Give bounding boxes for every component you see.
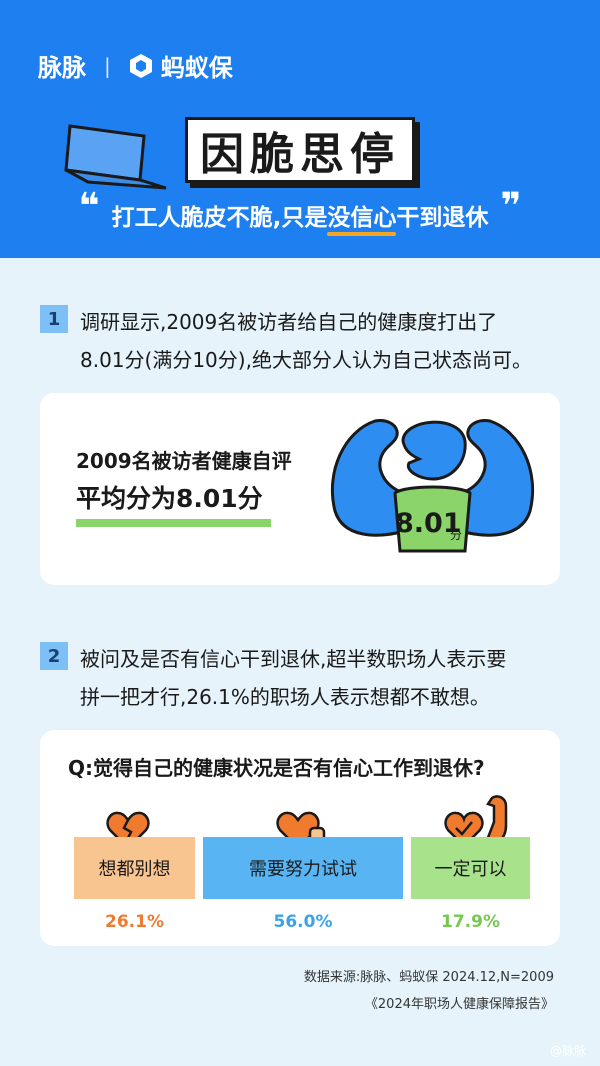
brand-maimai: 脉脉 [38, 54, 86, 82]
score-unit: 分 [450, 528, 463, 542]
section-1-line-1: 调研显示,2009名被访者给自己的健康度打出了 [80, 310, 498, 334]
option-label: 想都别想 [98, 859, 171, 880]
quote-open-icon: ❝ [78, 186, 100, 227]
subtitle-highlight: 没信心 [327, 198, 397, 236]
option-definitely: 一定可以 [411, 837, 530, 899]
section-number-badge: 1 [40, 305, 68, 333]
score-label: 2009名被访者健康自评 [76, 449, 292, 473]
option-label: 一定可以 [434, 859, 507, 880]
laptop-icon [64, 124, 167, 190]
confidence-survey-card: Q:觉得自己的健康状况是否有信心工作到退休? 想都别想 需要努力试试 一定可以 … [40, 730, 560, 946]
brand-row: 脉脉 | 蚂蚁保 [38, 48, 233, 83]
survey-question: Q:觉得自己的健康状况是否有信心工作到退休? [68, 756, 485, 780]
headline-underline [76, 519, 271, 527]
quote-close-icon: ❞ [500, 186, 522, 227]
option-percentage: 26.1% [105, 912, 164, 932]
flexing-figure-icon [330, 419, 535, 553]
brand-mayibao: 蚂蚁保 [160, 54, 233, 82]
subtitle-post: 干到退休 [396, 205, 489, 231]
watermark-text: @脉脉 [549, 1044, 586, 1058]
option-label: 需要努力试试 [249, 859, 357, 880]
option-percentage: 17.9% [441, 912, 500, 932]
main-title-text: 因脆思停 [200, 129, 400, 180]
section-2-text: 被问及是否有信心干到退休,超半数职场人表示要 拼一把才行,26.1%的职场人表示… [80, 640, 580, 716]
option-never: 想都别想 [74, 837, 195, 899]
section-1-line-2: 8.01分(满分10分),绝大部分人认为自己状态尚可。 [80, 348, 532, 372]
mayibao-logo-icon [127, 52, 155, 80]
brand-separator: | [104, 53, 111, 78]
score-headline: 平均分为8.01分 [76, 484, 263, 513]
data-source: 数据来源:脉脉、蚂蚁保 2024.12,N=2009 [303, 970, 554, 985]
health-score-card: 2009名被访者健康自评 平均分为8.01分 8.01 分 [40, 393, 560, 585]
subtitle-pre: 打工人脆皮不脆,只是 [111, 205, 328, 231]
section-2-line-2: 拼一把才行,26.1%的职场人表示想都不敢想。 [80, 685, 490, 709]
watermark: @脉脉 [550, 1042, 586, 1059]
section-1: 1 调研显示,2009名被访者给自己的健康度打出了 8.01分(满分10分),绝… [40, 303, 580, 379]
section-2-line-1: 被问及是否有信心干到退休,超半数职场人表示要 [80, 647, 507, 671]
subtitle: ❝ 打工人脆皮不脆,只是 没信心 干到退休 ❞ [0, 186, 600, 238]
header-banner: 脉脉 | 蚂蚁保 因脆思停 ❝ 打工人脆皮不脆,只是 没信心 干到退休 ❞ [0, 0, 600, 258]
main-title: 因脆思停 [185, 117, 415, 183]
option-percentage: 56.0% [273, 912, 333, 932]
option-try-hard: 需要努力试试 [203, 837, 403, 899]
section-2: 2 被问及是否有信心干到退休,超半数职场人表示要 拼一把才行,26.1%的职场人… [40, 640, 580, 716]
section-1-text: 调研显示,2009名被访者给自己的健康度打出了 8.01分(满分10分),绝大部… [80, 303, 580, 379]
report-title: 《2024年职场人健康保障报告》 [364, 997, 554, 1012]
section-number-badge: 2 [40, 642, 68, 670]
